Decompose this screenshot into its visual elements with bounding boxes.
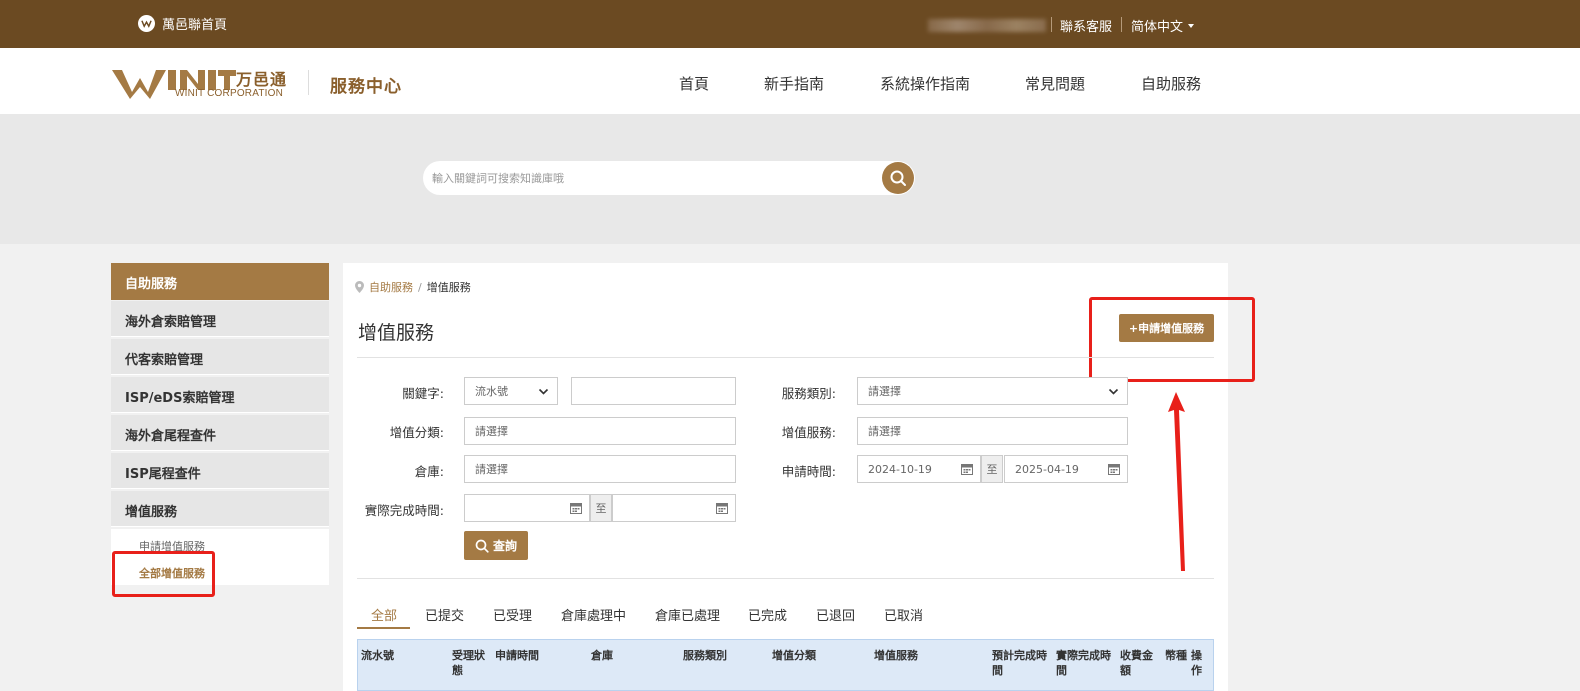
apply-time-from-input[interactable]: 2024-10-19: [857, 455, 981, 483]
sidebar-item-value-added[interactable]: 增值服務: [111, 491, 329, 527]
search-button[interactable]: [882, 162, 914, 194]
contact-support-link[interactable]: 聯系客服: [1060, 16, 1112, 35]
sidebar-item-isp-eds-claims[interactable]: ISP/eDS索賠管理: [111, 377, 329, 413]
column-header: 增值服務: [874, 649, 918, 662]
tab-all[interactable]: 全部: [371, 605, 397, 624]
tab-accepted[interactable]: 已受理: [493, 605, 532, 624]
caret-down-icon: [1188, 23, 1195, 28]
nav-home[interactable]: 首頁: [679, 73, 709, 94]
service-category-label: 服務類別:: [781, 386, 836, 401]
column-header: 服務類別: [683, 649, 727, 662]
topbar-divider: [1051, 17, 1052, 32]
date-range-separator: 至: [590, 494, 612, 522]
column-header: 受理狀態: [452, 649, 485, 677]
title-divider: [357, 357, 1214, 358]
chevron-down-icon: [538, 388, 549, 395]
date-range-separator: 至: [981, 455, 1003, 483]
column-header: 申請時間: [495, 649, 539, 662]
va-category-label: 增值分類:: [389, 425, 444, 440]
service-category-select[interactable]: 請選擇: [857, 377, 1128, 405]
nav-system-guide[interactable]: 系統操作指南: [880, 73, 970, 94]
query-button-label: 查詢: [492, 539, 517, 553]
annotation-highlight-box: [1089, 297, 1255, 382]
va-service-label: 增值服務:: [781, 425, 836, 440]
search-icon: [475, 539, 489, 553]
top-bar: [0, 0, 1580, 48]
brand-chinese-name: 万邑通: [236, 70, 288, 89]
va-service-select[interactable]: 請選擇: [857, 417, 1128, 445]
warehouse-label: 倉庫:: [414, 464, 444, 479]
breadcrumb: 自助服務 / 增值服務: [355, 279, 471, 295]
apply-time-label: 申請時間:: [781, 464, 836, 479]
keyword-label: 關鍵字:: [402, 386, 444, 401]
breadcrumb-separator: /: [418, 280, 422, 294]
home-link-label: 萬邑聯首頁: [162, 18, 228, 33]
calendar-icon: [716, 503, 728, 514]
search-icon: [890, 170, 906, 186]
sidebar-item-overseas-tracking[interactable]: 海外倉尾程查件: [111, 415, 329, 451]
tab-submitted[interactable]: 已提交: [425, 605, 464, 624]
service-category-value: 請選擇: [868, 385, 901, 398]
calendar-icon: [570, 503, 582, 514]
calendar-icon: [1108, 464, 1120, 475]
actual-done-to-input[interactable]: [612, 494, 736, 522]
tab-returned[interactable]: 已退回: [816, 605, 855, 624]
winit-logo-icon: [138, 15, 155, 32]
breadcrumb-current: 增值服務: [426, 281, 471, 294]
column-header: 實際完成時間: [1056, 649, 1111, 677]
location-pin-icon: [355, 281, 364, 293]
tab-completed[interactable]: 已完成: [748, 605, 787, 624]
keyword-type-select[interactable]: 流水號: [464, 377, 558, 405]
warehouse-value: 請選擇: [475, 463, 508, 476]
nav-faq[interactable]: 常見問題: [1025, 73, 1085, 94]
column-header: 收費金額: [1120, 649, 1153, 677]
blurred-username: [928, 19, 1046, 32]
actual-done-from-input[interactable]: [464, 494, 590, 522]
calendar-icon: [961, 464, 973, 475]
filter-divider: [357, 578, 1214, 579]
apply-time-from-value: 2024-10-19: [868, 462, 932, 476]
header-divider: [308, 70, 309, 95]
va-category-select[interactable]: 請選擇: [464, 417, 736, 445]
active-tab-indicator: [357, 627, 410, 629]
column-header: 倉庫: [591, 649, 613, 662]
va-service-value: 請選擇: [868, 425, 901, 438]
topbar-divider: [1121, 17, 1122, 32]
sidebar-title[interactable]: 自助服務: [111, 263, 329, 300]
query-button[interactable]: 查詢: [464, 531, 528, 560]
sidebar-item-proxy-claims[interactable]: 代客索賠管理: [111, 339, 329, 375]
language-label: 简体中文: [1131, 20, 1184, 35]
chevron-down-icon: [1108, 388, 1119, 395]
tab-cancelled[interactable]: 已取消: [884, 605, 923, 624]
tab-warehouse-processed[interactable]: 倉庫已處理: [655, 605, 720, 624]
tab-warehouse-processing[interactable]: 倉庫處理中: [561, 605, 626, 624]
keyword-input[interactable]: [571, 377, 736, 405]
page-title: 增值服務: [358, 322, 435, 344]
breadcrumb-parent[interactable]: 自助服務: [369, 279, 413, 295]
apply-time-to-value: 2025-04-19: [1015, 462, 1079, 476]
brand-subtitle: WINIT CORPORATION: [175, 88, 284, 99]
winit-home-link[interactable]: 萬邑聯首頁: [138, 14, 227, 33]
column-header: 流水號: [361, 649, 394, 662]
annotation-arrow-icon: [1168, 392, 1185, 571]
nav-beginner-guide[interactable]: 新手指南: [764, 73, 824, 94]
warehouse-select[interactable]: 請選擇: [464, 455, 736, 483]
knowledge-search-input[interactable]: [432, 166, 872, 190]
column-header: 預計完成時間: [992, 649, 1047, 677]
actual-done-label: 實際完成時間:: [364, 503, 444, 518]
column-header: 增值分類: [772, 649, 816, 662]
column-header: 幣種: [1165, 649, 1187, 662]
keyword-type-value: 流水號: [475, 385, 508, 398]
nav-self-service[interactable]: 自助服務: [1141, 73, 1201, 94]
language-switcher[interactable]: 简体中文: [1131, 16, 1195, 35]
annotation-highlight-box: [112, 551, 215, 597]
column-header: 操作: [1191, 649, 1202, 677]
sidebar-item-isp-tracking[interactable]: ISP尾程查件: [111, 453, 329, 489]
sidebar-item-overseas-claims[interactable]: 海外倉索賠管理: [111, 301, 329, 337]
apply-time-to-input[interactable]: 2025-04-19: [1004, 455, 1128, 483]
service-center-title: 服務中心: [330, 77, 402, 97]
va-category-value: 請選擇: [475, 425, 508, 438]
